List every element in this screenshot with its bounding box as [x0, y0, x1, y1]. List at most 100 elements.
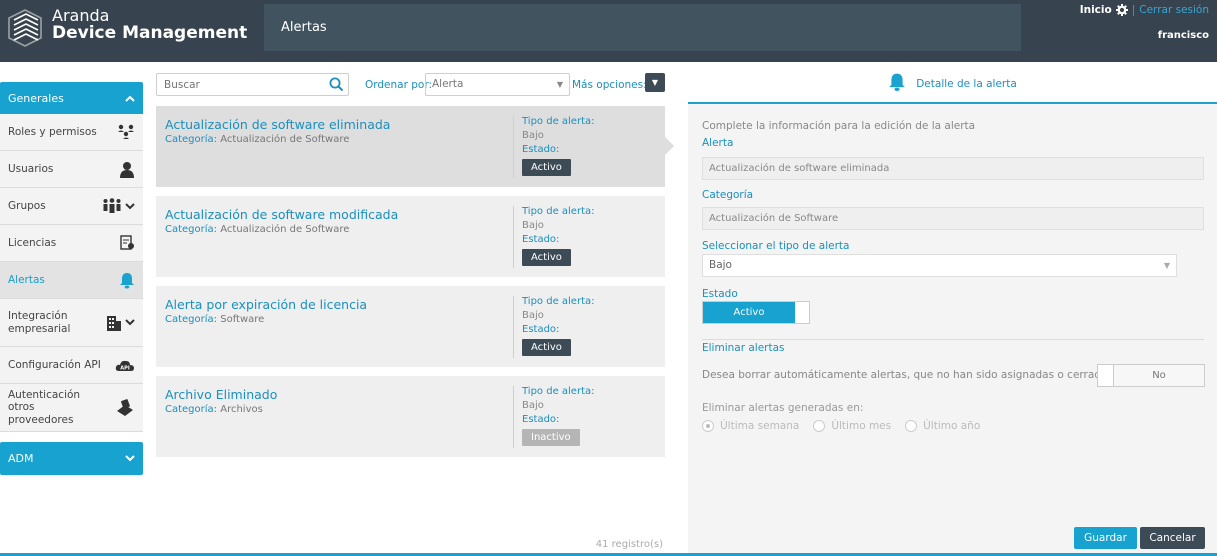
sidebar-item-autenticacion[interactable]: Autenticación otros proveedores: [0, 384, 143, 432]
type-value: Bajo: [522, 220, 544, 231]
home-link[interactable]: Inicio: [1080, 4, 1112, 16]
username: francisco: [1157, 30, 1209, 41]
separator: |: [1131, 4, 1136, 16]
sidebar-item-integracion[interactable]: Integración empresarial: [0, 299, 143, 347]
delete-alerts-label: Eliminar alertas: [702, 342, 785, 354]
section-label: ADM: [8, 452, 34, 465]
chevron-down-icon[interactable]: [125, 455, 135, 462]
sidebar-item-usuarios[interactable]: Usuarios: [0, 151, 143, 188]
more-options-button[interactable]: ▼: [645, 73, 665, 92]
more-options-label: Más opciones:: [572, 79, 647, 91]
license-icon: [120, 235, 134, 250]
sidebar-item-label: Usuarios: [8, 162, 54, 175]
radio-last-week[interactable]: Última semana: [702, 420, 799, 432]
sidebar-section-adm[interactable]: ADM: [0, 442, 143, 475]
alert-name-field[interactable]: Actualización de software eliminada: [702, 157, 1204, 180]
sidebar-item-alertas[interactable]: Alertas: [0, 262, 143, 299]
state-label: Estado:: [522, 324, 560, 335]
delete-alerts-toggle[interactable]: No: [1097, 364, 1205, 387]
radio-dot: [702, 420, 714, 432]
chevron-down-icon[interactable]: [125, 319, 135, 326]
brand-line1: Aranda: [52, 6, 110, 25]
sidebar-item-licencias[interactable]: Licencias: [0, 225, 143, 262]
sidebar-item-grupos[interactable]: Grupos: [0, 188, 143, 225]
status-badge: Activo: [522, 339, 571, 356]
detail-title: Detalle de la alerta: [916, 78, 1017, 90]
type-label: Tipo de alerta:: [522, 206, 595, 217]
section-label: Generales: [8, 91, 64, 105]
divider: [513, 296, 514, 358]
top-bar: Aranda Device Management Alertas Inicio …: [0, 0, 1217, 62]
sidebar-section-generales[interactable]: Generales: [0, 82, 143, 114]
alert-card[interactable]: Archivo Eliminado Categoría: Archivos Ti…: [156, 376, 665, 457]
record-count: 41 registro(s): [595, 539, 663, 550]
alert-title: Archivo Eliminado: [165, 387, 278, 402]
logo[interactable]: Aranda Device Management: [6, 8, 247, 48]
alert-list-panel: Ordenar por: Alerta ▼ Más opciones: ▼ Ac…: [150, 62, 688, 556]
delete-alerts-description: Desea borrar automáticamente alertas, qu…: [702, 369, 1117, 381]
alert-title: Actualización de software modificada: [165, 207, 399, 222]
groups-icon: [103, 198, 121, 213]
toggle-knob: [1098, 365, 1114, 386]
search-input[interactable]: [157, 74, 322, 95]
chevron-down-icon: ▼: [651, 78, 659, 87]
sidebar-item-roles[interactable]: Roles y permisos: [0, 114, 143, 151]
chevron-up-icon[interactable]: [125, 95, 135, 102]
alert-title: Actualización de software eliminada: [165, 117, 391, 132]
sidebar-item-label: Autenticación otros proveedores: [8, 388, 81, 426]
sidebar-item-label: Alertas: [8, 273, 45, 286]
sidebar-item-label: Licencias: [8, 236, 57, 249]
status-badge: Activo: [522, 249, 571, 266]
alert-type-select[interactable]: Bajo ▼: [702, 254, 1177, 277]
dropdown-arrow-icon: ▼: [556, 80, 563, 89]
sidebar-item-label: Roles y permisos: [8, 125, 97, 138]
alert-card[interactable]: Actualización de software modificada Cat…: [156, 196, 665, 277]
category-label: Categoría: [702, 189, 754, 201]
user-icon: [120, 161, 134, 178]
alert-title: Alerta por expiración de licencia: [165, 297, 368, 312]
divider: [513, 116, 514, 178]
state-toggle-on: Activo: [703, 302, 795, 323]
cancel-button[interactable]: Cancelar: [1140, 527, 1205, 549]
alert-card[interactable]: Alerta por expiración de licencia Catego…: [156, 286, 665, 367]
divider: [702, 339, 1204, 340]
status-badge: Activo: [522, 159, 571, 176]
state-label: Estado: [702, 288, 738, 300]
radio-last-year[interactable]: Último año: [905, 420, 980, 432]
gear-icon[interactable]: [1115, 4, 1128, 16]
save-button[interactable]: Guardar: [1074, 527, 1137, 549]
aranda-logo-icon: [8, 9, 42, 47]
alert-category: Categoría: Archivos: [165, 404, 263, 415]
logout-link[interactable]: Cerrar sesión: [1139, 4, 1209, 16]
building-icon: [107, 315, 121, 331]
radio-last-month[interactable]: Último mes: [813, 420, 891, 432]
chevron-down-icon[interactable]: [125, 202, 135, 210]
category-field[interactable]: Actualización de Software: [702, 207, 1204, 230]
detail-header: Detalle de la alerta: [688, 62, 1217, 104]
alert-category: Categoría: Actualización de Software: [165, 134, 350, 145]
roles-icon: [118, 124, 134, 139]
order-value: Alerta: [432, 78, 464, 90]
alert-card[interactable]: Actualización de software eliminada Cate…: [156, 106, 674, 187]
radio-dot: [813, 420, 826, 432]
toggle-value: No: [1152, 370, 1166, 381]
sidebar-item-api[interactable]: Configuración API API: [0, 347, 143, 384]
alert-category: Categoría: Software: [165, 314, 265, 325]
selection-pointer: [665, 137, 674, 155]
sidebar: Generales Roles y permisos Usuarios Grup…: [0, 82, 143, 475]
type-value: Bajo: [522, 130, 544, 141]
generated-label: Eliminar alertas generadas en:: [702, 402, 864, 414]
order-select[interactable]: Alerta ▼: [425, 73, 570, 96]
alert-type-label: Seleccionar el tipo de alerta: [702, 240, 850, 252]
brand-line2: Device Management: [52, 23, 248, 43]
type-label: Tipo de alerta:: [522, 296, 595, 307]
status-badge: Inactivo: [522, 429, 580, 446]
alert-meta: Tipo de alerta: Bajo Estado: Inactivo: [522, 385, 595, 446]
state-toggle[interactable]: Activo: [702, 301, 810, 324]
alert-meta: Tipo de alerta: Bajo Estado: Activo: [522, 115, 595, 176]
divider: [513, 206, 514, 268]
alert-name-label: Alerta: [702, 137, 734, 149]
period-radio-group: Última semana Último mes Último año: [702, 420, 980, 432]
sidebar-item-label: Integración empresarial: [8, 309, 71, 335]
search-icon[interactable]: [329, 77, 344, 92]
